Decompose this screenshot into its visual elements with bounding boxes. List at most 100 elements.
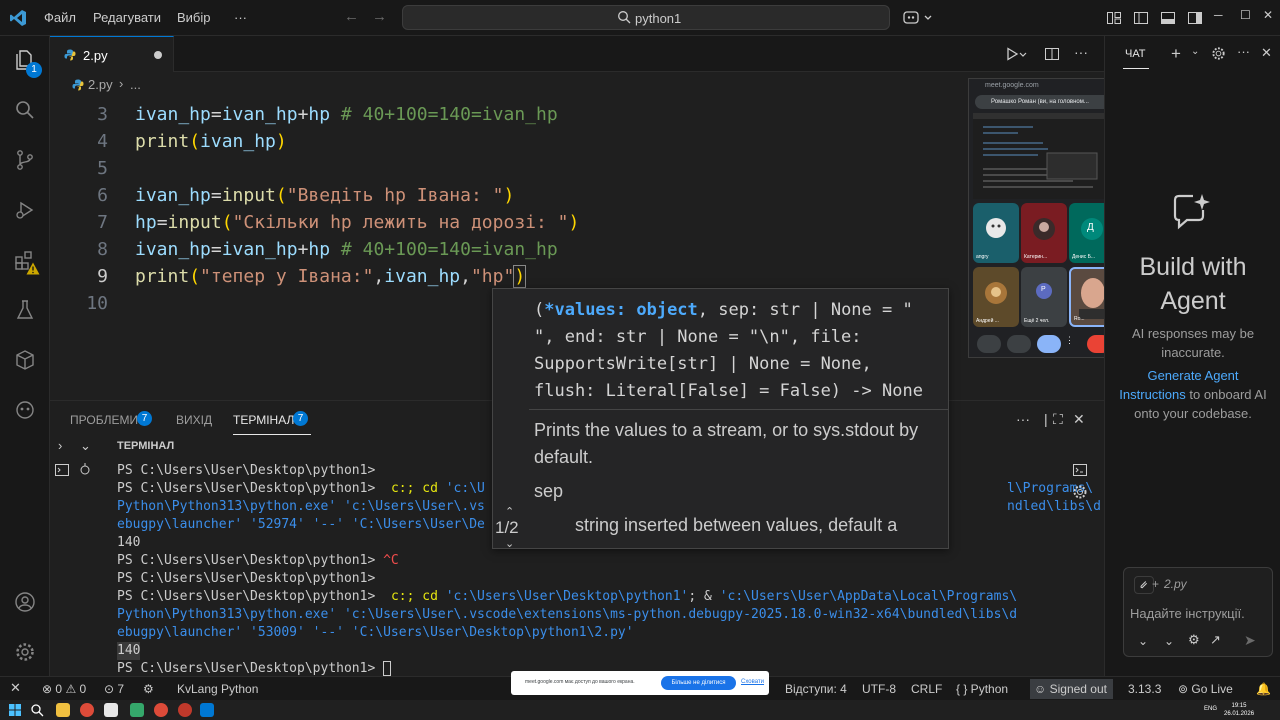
keyboard-language[interactable]: ENG xyxy=(1204,706,1217,712)
debug-target-icon[interactable]: ⚙ xyxy=(143,682,154,696)
chrome-icon[interactable] xyxy=(154,703,168,717)
vscode-taskbar-icon[interactable] xyxy=(200,703,214,717)
add-context-plus-icon[interactable]: + xyxy=(1152,577,1159,591)
chevron-down-icon[interactable]: ⌄ xyxy=(80,438,91,454)
maximize-icon[interactable]: ☐ xyxy=(1240,8,1251,22)
language-status[interactable]: { } Python xyxy=(956,682,1008,696)
file-explorer-icon[interactable] xyxy=(56,703,70,717)
split-editor-icon[interactable] xyxy=(1044,46,1060,62)
settings-gear-icon[interactable] xyxy=(1211,46,1226,61)
encoding-status[interactable]: UTF-8 xyxy=(862,682,896,696)
code-line[interactable]: print(ivan_hp) xyxy=(135,131,287,152)
attach-paperclip-icon[interactable] xyxy=(1134,576,1154,594)
close-panel-icon[interactable]: ✕ xyxy=(1073,411,1085,428)
chat-tab[interactable]: ЧАТ xyxy=(1125,48,1146,60)
code-line[interactable]: ivan_hp=ivan_hp+hp # 40+100=140=ivan_hp xyxy=(135,104,558,125)
indent-status[interactable]: Відступи: 4 xyxy=(785,682,847,696)
settings-gear-icon[interactable] xyxy=(13,640,37,664)
system-clock[interactable]: 19:15 26.01.2026 xyxy=(1224,702,1254,718)
terminal-shell-icon[interactable] xyxy=(1072,462,1088,478)
more-actions-icon[interactable]: ··· xyxy=(1237,44,1250,59)
app-icon[interactable] xyxy=(130,703,144,717)
maximize-panel-icon[interactable]: ⛶ xyxy=(1053,411,1063,428)
camera-button[interactable] xyxy=(1007,335,1031,353)
delegate-arrow-icon[interactable]: ↗ xyxy=(1210,632,1221,648)
participant-tile[interactable]: Катерин... xyxy=(1021,203,1067,263)
tab-terminal[interactable]: ТЕРМІНАЛ xyxy=(233,413,294,427)
more-actions-icon[interactable]: ··· xyxy=(1016,411,1030,427)
app-icon[interactable] xyxy=(104,703,118,717)
tools-icon[interactable]: ⚙ xyxy=(1188,632,1200,648)
debug-icon[interactable] xyxy=(78,462,92,476)
more-actions-icon[interactable]: ··· xyxy=(1074,44,1090,60)
chrome-icon[interactable] xyxy=(80,703,94,717)
search-icon[interactable] xyxy=(30,703,44,717)
debug-settings-icon[interactable] xyxy=(1072,484,1088,500)
breadcrumb-symbol[interactable]: ... xyxy=(130,77,141,92)
menu-more[interactable]: ··· xyxy=(234,10,247,25)
testing-flask-icon[interactable] xyxy=(13,298,37,322)
model-chevron-icon[interactable]: ⌄ xyxy=(1164,634,1174,648)
ports-status[interactable]: ⊙ 7 xyxy=(104,682,124,696)
chat-input-box[interactable]: 2.py + Надайте інструкції. ⌄ ⌄ ⚙ ↗ ➤ xyxy=(1123,567,1273,657)
toggle-primary-sidebar-icon[interactable] xyxy=(1133,10,1149,26)
participant-tile[interactable]: angry xyxy=(973,203,1019,263)
editor-tabs: 2.py ··· xyxy=(50,36,1104,72)
app-icon[interactable] xyxy=(178,703,192,717)
menu-file[interactable]: Файл xyxy=(44,10,76,25)
close-window-icon[interactable]: ✕ xyxy=(1263,8,1273,22)
layout-customize-icon[interactable] xyxy=(1106,10,1122,26)
mic-button[interactable] xyxy=(977,335,1001,353)
participant-tile[interactable]: Андрей ... xyxy=(973,267,1019,327)
python-version-status[interactable]: 3.13.3 xyxy=(1128,682,1161,696)
breadcrumb-file[interactable]: 2.py xyxy=(88,77,113,92)
more-options-icon[interactable]: ⋮ xyxy=(1065,335,1075,353)
notifications-bell-icon[interactable]: 🔔 xyxy=(1256,682,1271,696)
account-icon[interactable] xyxy=(13,590,37,614)
kvlang-status[interactable]: KvLang Python xyxy=(177,682,258,696)
forward-arrow-icon[interactable]: → xyxy=(372,8,387,25)
signed-out-status[interactable]: ☺ Signed out xyxy=(1030,679,1113,699)
code-line[interactable]: ivan_hp=ivan_hp+hp # 40+100=140=ivan_hp xyxy=(135,239,558,260)
go-live-status[interactable]: ⊚ Go Live xyxy=(1178,682,1233,696)
code-line[interactable]: hp=input("Скільки hp лежить на дорозі: "… xyxy=(135,212,579,233)
previous-signature-icon[interactable]: ⌃ xyxy=(505,505,514,518)
source-control-icon[interactable] xyxy=(13,148,37,172)
back-arrow-icon[interactable]: ← xyxy=(344,8,359,25)
next-signature-icon[interactable]: ⌄ xyxy=(505,537,514,550)
unsaved-dot-icon[interactable] xyxy=(154,51,162,59)
send-icon[interactable]: ➤ xyxy=(1244,632,1256,649)
windows-start-icon[interactable] xyxy=(8,703,22,717)
new-chat-plus-icon[interactable]: + xyxy=(1171,44,1181,64)
hide-toast-link[interactable]: Сховати xyxy=(741,679,764,685)
toggle-secondary-sidebar-icon[interactable] xyxy=(1187,10,1203,26)
github-copilot-icon[interactable] xyxy=(13,398,37,422)
remote-box-icon[interactable] xyxy=(13,348,37,372)
tab-problems[interactable]: ПРОБЛЕМИ xyxy=(70,413,138,427)
run-debug-icon[interactable] xyxy=(13,198,37,222)
tab-output[interactable]: ВИХІД xyxy=(176,413,212,427)
terminal-icon[interactable] xyxy=(54,462,70,478)
menu-selection[interactable]: Вибір xyxy=(177,10,211,25)
search-icon[interactable] xyxy=(13,98,37,122)
code-line[interactable]: ivan_hp=input("Введіть hp Івана: ") xyxy=(135,185,514,206)
menu-edit[interactable]: Редагувати xyxy=(93,10,161,25)
present-button[interactable] xyxy=(1037,335,1061,353)
participant-tile[interactable]: P Ещё 2 чел. xyxy=(1021,267,1067,327)
problems-status[interactable]: ⊗ 0 ⚠ 0 xyxy=(42,682,86,696)
mode-chevron-icon[interactable]: ⌄ xyxy=(1138,634,1148,648)
eol-status[interactable]: CRLF xyxy=(911,682,942,696)
run-dropdown-chevron-icon[interactable] xyxy=(1018,46,1028,62)
close-icon[interactable]: ✕ xyxy=(1261,45,1272,61)
chevron-right-icon[interactable]: › xyxy=(58,438,62,453)
command-center-search[interactable]: python1 xyxy=(402,5,890,30)
code-line[interactable]: print("тепер у Івана:",ivan_hp,"hp") xyxy=(135,265,527,288)
tab-2-py[interactable]: 2.py xyxy=(50,36,174,72)
stop-sharing-button[interactable]: Більше не ділитися xyxy=(661,676,736,690)
chevron-down-icon[interactable]: ⌄ xyxy=(1191,46,1199,57)
toggle-panel-icon[interactable] xyxy=(1160,10,1176,26)
remote-indicator-icon[interactable]: ✕ xyxy=(10,680,21,696)
minimize-icon[interactable]: ─ xyxy=(1214,8,1223,22)
copilot-icon[interactable] xyxy=(903,9,935,27)
context-file-chip[interactable]: 2.py xyxy=(1164,577,1187,591)
